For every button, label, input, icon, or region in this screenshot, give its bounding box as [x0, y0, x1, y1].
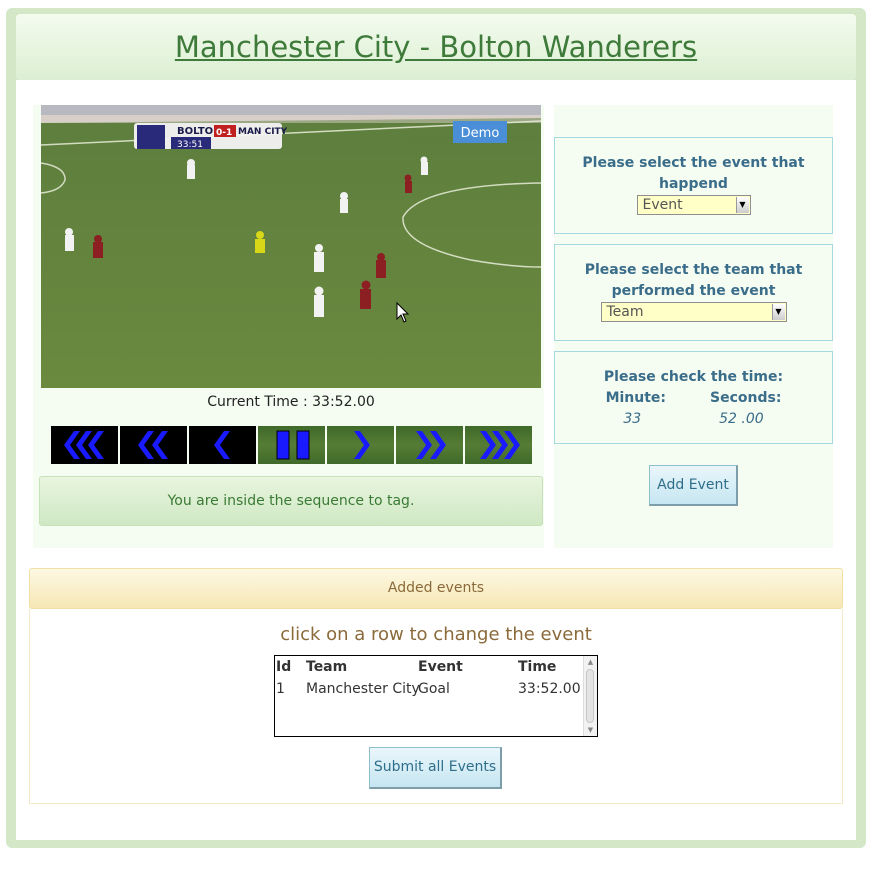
submit-all-events-button[interactable]: Submit all Events: [369, 747, 502, 789]
forward-button[interactable]: [396, 426, 463, 464]
playback-controls: [51, 426, 533, 464]
cell-team: Manchester City: [306, 681, 420, 697]
minute-value[interactable]: 33: [623, 409, 641, 430]
cell-event: Goal: [418, 681, 450, 697]
events-instruction: click on a row to change the event: [280, 624, 592, 645]
forward-fast-button[interactable]: [465, 426, 532, 464]
seconds-value[interactable]: 52 .00: [719, 409, 764, 430]
double-chevron-left-icon: [137, 431, 168, 459]
column-header-time: Time: [518, 659, 557, 675]
minute-label: Minute:: [605, 390, 667, 406]
table-row[interactable]: 1 Manchester City Goal 33:52.00: [275, 679, 587, 701]
event-question-line1: Please select the event that: [582, 155, 805, 171]
column-header-event: Event: [418, 659, 463, 675]
pause-icon: [276, 430, 309, 460]
event-select-value: Event: [642, 197, 683, 213]
video-player[interactable]: BOLTON 0-1 MAN CITY 33:51 Demo: [41, 105, 541, 388]
chevron-right-icon: [353, 431, 370, 459]
score-away: MAN CITY: [238, 127, 288, 137]
event-select[interactable]: Event ▼: [636, 195, 751, 215]
table-header: Id Team Event Time: [275, 657, 587, 679]
scroll-up-icon[interactable]: ▲: [584, 656, 597, 668]
team-select[interactable]: Team ▼: [600, 302, 787, 322]
event-question-line2: happend: [659, 176, 728, 192]
added-events-heading: Added events: [29, 568, 843, 609]
cell-time: 33:52.00: [518, 681, 581, 697]
column-header-team: Team: [306, 659, 348, 675]
page-header: Manchester City - Bolton Wanderers: [16, 14, 856, 80]
scroll-down-icon[interactable]: ▼: [584, 724, 597, 736]
time-question: Please check the time:: [603, 369, 784, 385]
play-button[interactable]: [327, 426, 394, 464]
seconds-label: Seconds:: [710, 390, 782, 406]
demo-badge: Demo: [461, 126, 500, 141]
step-back-button[interactable]: [189, 426, 256, 464]
pause-button[interactable]: [258, 426, 325, 464]
video-frame: BOLTON 0-1 MAN CITY 33:51 Demo: [41, 105, 541, 388]
team-select-value: Team: [606, 304, 644, 320]
time-labels: Minute: Seconds:: [555, 388, 832, 409]
rewind-fast-button[interactable]: [51, 426, 118, 464]
dropdown-arrow-icon: ▼: [771, 304, 785, 320]
page-title[interactable]: Manchester City - Bolton Wanderers: [16, 14, 856, 64]
triple-chevron-right-icon: [479, 431, 520, 459]
column-header-id: Id: [276, 659, 292, 675]
triple-chevron-left-icon: [63, 431, 104, 459]
current-time-label: Current Time : 33:52.00: [207, 394, 375, 410]
score-value: 0-1: [216, 128, 232, 138]
dropdown-arrow-icon: ▼: [735, 197, 749, 213]
team-question-line1: Please select the team that: [584, 262, 803, 278]
team-select-box: Please select the team that performed th…: [554, 244, 833, 341]
table-scrollbar[interactable]: ▲ ▼: [583, 656, 597, 736]
event-select-box: Please select the event that happend Eve…: [554, 137, 833, 234]
rewind-button[interactable]: [120, 426, 187, 464]
chevron-left-icon: [213, 431, 230, 459]
status-message: You are inside the sequence to tag.: [39, 476, 543, 526]
double-chevron-right-icon: [415, 431, 446, 459]
time-check-box: Please check the time: Minute: Seconds: …: [554, 351, 833, 444]
match-clock: 33:51: [177, 140, 203, 150]
events-table: Id Team Event Time 1 Manchester City Goa…: [274, 655, 598, 737]
scroll-thumb[interactable]: [586, 669, 594, 723]
time-values: 33 52 .00: [555, 409, 832, 430]
cell-id: 1: [276, 681, 285, 697]
team-question-line2: performed the event: [611, 283, 776, 299]
add-event-button[interactable]: Add Event: [649, 465, 738, 506]
